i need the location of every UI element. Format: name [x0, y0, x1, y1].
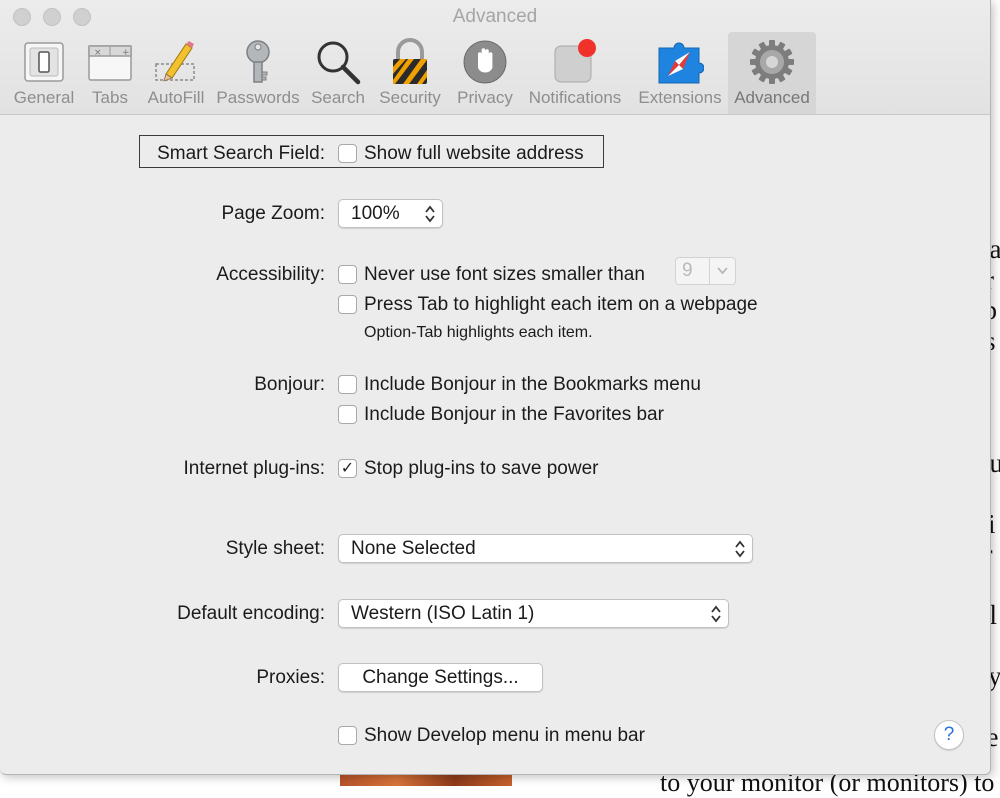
tab-general-label: General	[13, 88, 75, 107]
encoding-value: Western (ISO Latin 1)	[351, 603, 535, 624]
min-font-size-checkbox[interactable]	[338, 265, 357, 284]
tab-notifications-label: Notifications	[528, 88, 622, 107]
show-develop-menu-checkbox[interactable]	[338, 726, 357, 745]
show-full-address-checkbox[interactable]	[338, 144, 357, 163]
encoding-select[interactable]: Western (ISO Latin 1)	[338, 599, 729, 628]
hand-icon	[463, 40, 507, 84]
tab-advanced-label: Advanced	[734, 88, 810, 107]
bonjour-bookmarks-label[interactable]: Include Bonjour in the Bookmarks menu	[364, 374, 701, 396]
general-switch-icon	[24, 42, 64, 82]
window-title: Advanced	[452, 6, 538, 27]
autofill-pencil-icon	[155, 41, 195, 82]
tab-extensions[interactable]: Extensions	[634, 32, 726, 114]
page-zoom-label: Page Zoom:	[221, 203, 326, 224]
tab-security-label: Security	[379, 88, 441, 107]
tab-advanced[interactable]: Advanced	[728, 32, 816, 114]
updown-chevron-icon	[711, 605, 721, 623]
tab-tabs-label: Tabs	[92, 88, 128, 107]
tab-search-label: Search	[311, 88, 365, 107]
tab-autofill-label: AutoFill	[147, 88, 205, 107]
option-tab-note: Option-Tab highlights each item.	[364, 324, 593, 341]
show-full-address-label[interactable]: Show full website address	[364, 143, 584, 165]
padlock-icon	[393, 38, 427, 84]
tab-tabs[interactable]: × + Tabs	[81, 32, 139, 114]
svg-text:+: +	[122, 48, 130, 58]
tab-highlight-label[interactable]: Press Tab to highlight each item on a we…	[364, 294, 758, 316]
updown-chevron-icon	[425, 205, 435, 223]
svg-text:×: ×	[94, 48, 102, 58]
page-zoom-value: 100%	[351, 203, 400, 224]
change-settings-button[interactable]: Change Settings...	[338, 663, 543, 692]
notification-badge-icon	[554, 39, 596, 83]
tab-security[interactable]: Security	[374, 32, 446, 114]
titlebar: Advanced General × + Tabs AutoFill Passw…	[0, 0, 990, 115]
tab-search[interactable]: Search	[306, 32, 370, 114]
encoding-label: Default encoding:	[177, 603, 325, 624]
style-sheet-value: None Selected	[351, 538, 476, 559]
tab-privacy[interactable]: Privacy	[452, 32, 518, 114]
accessibility-label: Accessibility:	[216, 264, 325, 285]
tab-autofill[interactable]: AutoFill	[142, 32, 210, 114]
updown-chevron-icon	[735, 540, 745, 558]
preferences-window: Advanced General × + Tabs AutoFill Passw…	[0, 0, 991, 775]
tab-privacy-label: Privacy	[457, 88, 513, 107]
bonjour-favorites-checkbox[interactable]	[338, 405, 357, 424]
tab-highlight-checkbox[interactable]	[338, 295, 357, 314]
proxies-label: Proxies:	[256, 667, 325, 688]
tab-notifications[interactable]: Notifications	[523, 32, 627, 114]
tab-passwords-label: Passwords	[216, 88, 300, 107]
smart-search-label: Smart Search Field:	[157, 143, 325, 164]
chevron-down-icon	[717, 267, 728, 275]
bonjour-label: Bonjour:	[254, 374, 325, 395]
min-font-size-select[interactable]: 9	[675, 257, 736, 285]
style-sheet-select[interactable]: None Selected	[338, 534, 753, 563]
min-font-size-label[interactable]: Never use font sizes smaller than	[364, 264, 645, 286]
magnifier-icon	[317, 41, 361, 85]
min-font-size-value: 9	[682, 260, 693, 281]
advanced-settings-pane: Smart Search Field: Show full website ad…	[0, 115, 990, 774]
bonjour-favorites-label[interactable]: Include Bonjour in the Favorites bar	[364, 404, 664, 426]
stop-plugins-checkbox[interactable]: ✓	[338, 459, 357, 478]
page-zoom-select[interactable]: 100%	[338, 199, 443, 228]
tabs-icon: × +	[88, 45, 132, 81]
key-icon	[246, 40, 270, 83]
tab-passwords[interactable]: Passwords	[214, 32, 302, 114]
bonjour-bookmarks-checkbox[interactable]	[338, 375, 357, 394]
help-button[interactable]: ?	[934, 720, 964, 750]
style-sheet-label: Style sheet:	[225, 538, 325, 559]
tab-general[interactable]: General	[7, 32, 81, 114]
compass-puzzle-icon	[658, 42, 704, 84]
gear-icon	[750, 40, 794, 84]
show-develop-menu-label[interactable]: Show Develop menu in menu bar	[364, 725, 645, 747]
tab-extensions-label: Extensions	[638, 88, 722, 107]
plugins-label: Internet plug-ins:	[183, 458, 325, 479]
stop-plugins-label[interactable]: Stop plug-ins to save power	[364, 458, 598, 480]
